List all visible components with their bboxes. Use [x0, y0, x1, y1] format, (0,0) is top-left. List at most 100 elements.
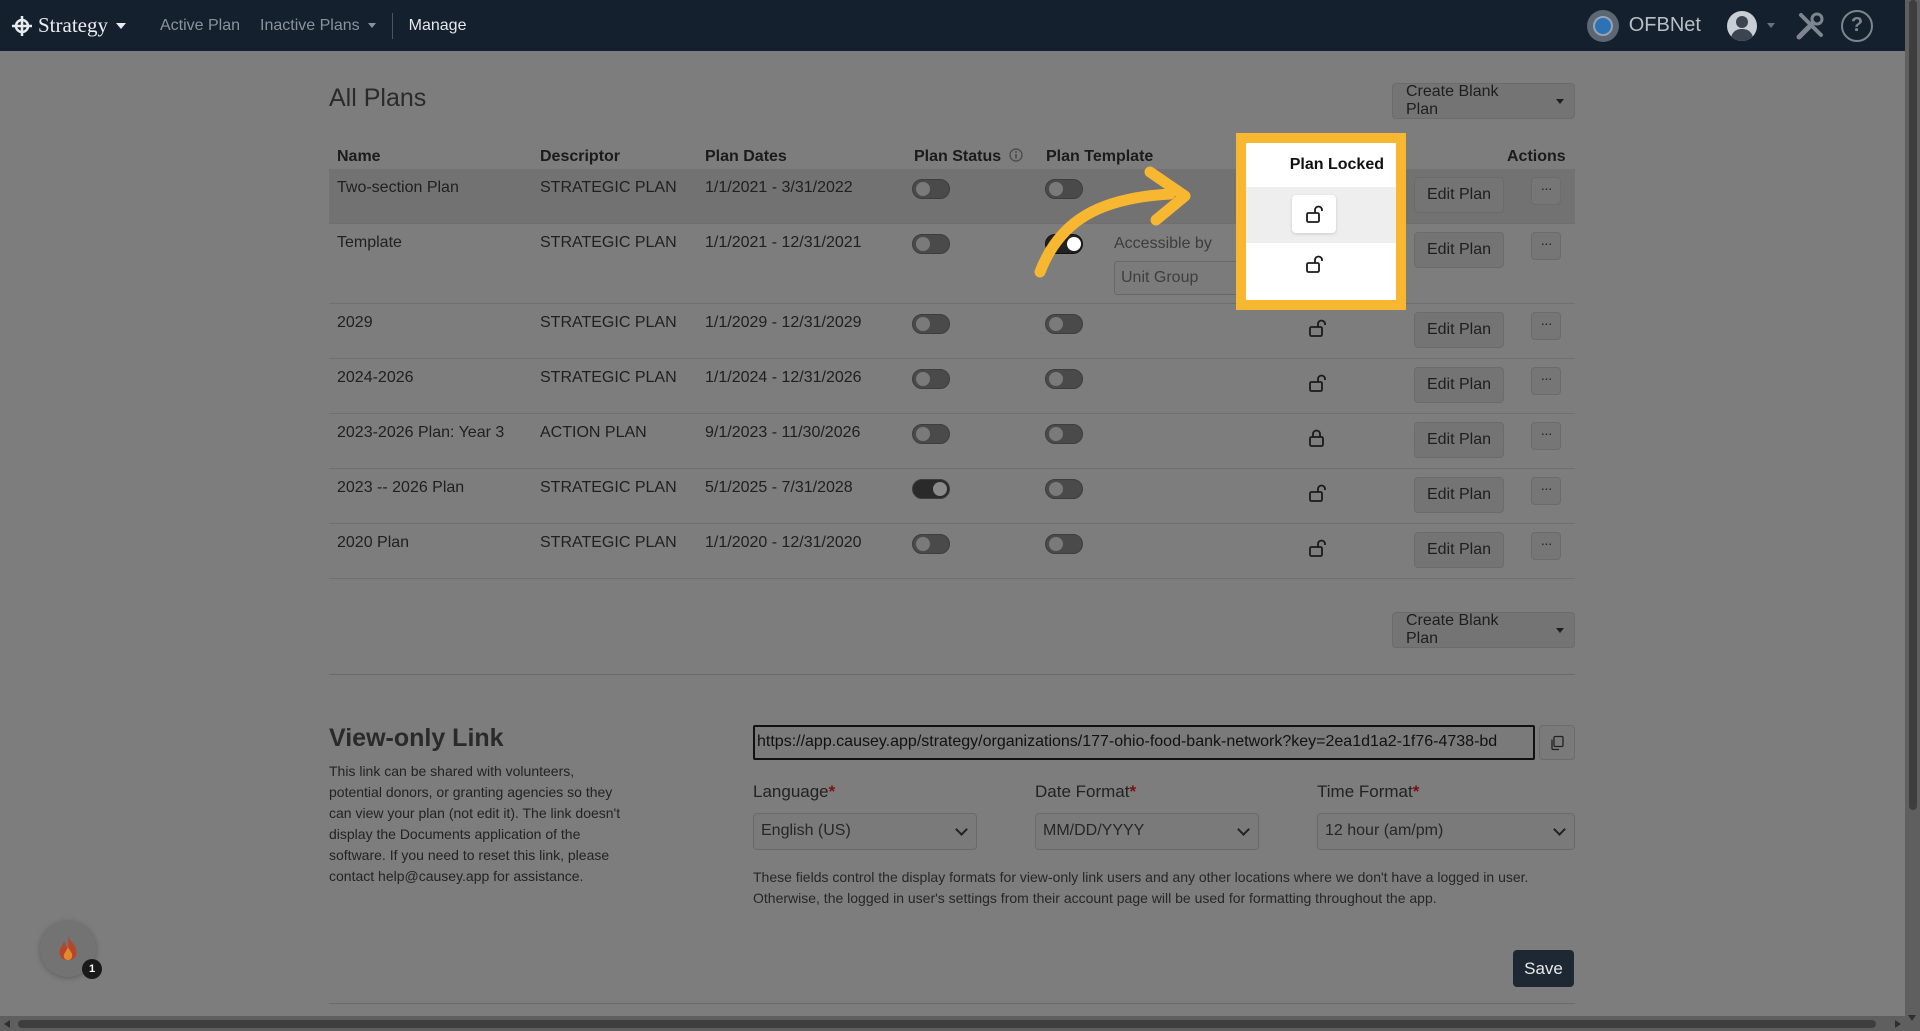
- create-blank-plan-button-bottom[interactable]: Create Blank Plan: [1392, 612, 1575, 648]
- org-name[interactable]: OFBNet: [1629, 14, 1701, 37]
- date-format-label: Date Format*: [1035, 782, 1136, 802]
- plan-name[interactable]: 2020 Plan: [337, 534, 409, 552]
- chevron-down-icon[interactable]: [1767, 23, 1775, 28]
- plan-descriptor: STRATEGIC PLAN: [540, 314, 677, 331]
- plan-template-toggle[interactable]: [1045, 479, 1083, 499]
- date-format-select[interactable]: MM/DD/YYYY: [1035, 813, 1259, 850]
- scroll-down-icon[interactable]: [1908, 1015, 1916, 1021]
- notifications-badge[interactable]: 1: [40, 921, 102, 979]
- save-button[interactable]: Save: [1513, 950, 1574, 987]
- plan-template-toggle[interactable]: [1045, 314, 1083, 334]
- nav-active-plan[interactable]: Active Plan: [160, 17, 240, 35]
- vertical-scrollbar[interactable]: [1905, 0, 1920, 1031]
- tools-icon[interactable]: [1793, 9, 1827, 43]
- plan-template-toggle[interactable]: [1045, 534, 1083, 554]
- time-format-select-value: 12 hour (am/pm): [1325, 822, 1444, 839]
- lock-icon[interactable]: [1307, 428, 1327, 448]
- plan-name[interactable]: 2023-2026 Plan: Year 3: [337, 424, 504, 442]
- date-format-select-value: MM/DD/YYYY: [1043, 822, 1145, 839]
- plan-status-toggle[interactable]: [912, 314, 950, 334]
- chevron-down-icon: [1556, 98, 1564, 104]
- edit-plan-button[interactable]: Edit Plan: [1414, 367, 1504, 403]
- required-mark: *: [1129, 782, 1137, 801]
- info-icon[interactable]: [1008, 148, 1023, 162]
- main-nav: Active Plan Inactive Plans Manage: [160, 12, 486, 39]
- org-logo[interactable]: [1586, 9, 1619, 42]
- edit-plan-button[interactable]: Edit Plan: [1414, 422, 1504, 458]
- horizontal-scroll-thumb[interactable]: [18, 1020, 1876, 1028]
- plan-descriptor: STRATEGIC PLAN: [540, 179, 677, 196]
- plan-name[interactable]: 2023 -- 2026 Plan: [337, 479, 464, 497]
- brand-name: Strategy: [38, 13, 108, 37]
- brand-menu[interactable]: Strategy: [12, 13, 126, 38]
- edit-plan-button[interactable]: Edit Plan: [1414, 532, 1504, 568]
- unlock-icon[interactable]: [1307, 538, 1327, 558]
- scroll-right-icon[interactable]: [1895, 1020, 1901, 1028]
- copy-link-button[interactable]: [1539, 725, 1575, 760]
- more-actions-button[interactable]: ···: [1531, 312, 1561, 340]
- unlock-icon[interactable]: [1304, 254, 1324, 274]
- plan-name[interactable]: 2024-2026: [337, 369, 414, 387]
- nav-inactive-plans[interactable]: Inactive Plans: [260, 17, 376, 35]
- edit-plan-button[interactable]: Edit Plan: [1414, 477, 1504, 513]
- top-navbar: Strategy Active Plan Inactive Plans Mana…: [0, 0, 1905, 51]
- more-actions-button[interactable]: ···: [1531, 177, 1561, 205]
- plan-locked-toggle[interactable]: [1292, 195, 1336, 233]
- nav-manage[interactable]: Manage: [409, 17, 467, 35]
- unlock-icon[interactable]: [1307, 373, 1327, 393]
- create-blank-plan-dropdown[interactable]: [1544, 613, 1574, 647]
- edit-plan-button[interactable]: Edit Plan: [1414, 312, 1504, 348]
- avatar[interactable]: [1727, 10, 1757, 41]
- plan-template-toggle[interactable]: [1045, 369, 1083, 389]
- plan-dates: 5/1/2025 - 7/31/2028: [705, 479, 853, 496]
- plan-status-toggle[interactable]: [912, 534, 950, 554]
- plan-name[interactable]: Two-section Plan: [337, 179, 459, 197]
- format-help-note: These fields control the display formats…: [753, 869, 1529, 906]
- plan-status-toggle[interactable]: [912, 369, 950, 389]
- chevron-down-icon: [1553, 823, 1566, 836]
- col-actions: Actions: [1507, 148, 1566, 165]
- language-select[interactable]: English (US): [753, 813, 977, 850]
- create-blank-plan-dropdown[interactable]: [1544, 84, 1574, 118]
- plan-dates: 9/1/2023 - 11/30/2026: [705, 424, 861, 441]
- more-actions-button[interactable]: ···: [1531, 422, 1561, 450]
- chevron-down-icon: [115, 22, 126, 29]
- view-only-link-input[interactable]: https://app.causey.app/strategy/organiza…: [753, 725, 1535, 760]
- language-label: Language*: [753, 782, 835, 802]
- vertical-scroll-thumb[interactable]: [1909, 0, 1917, 810]
- edit-plan-button[interactable]: Edit Plan: [1414, 232, 1504, 268]
- edit-plan-button[interactable]: Edit Plan: [1414, 177, 1504, 213]
- plan-dates: 1/1/2021 - 3/31/2022: [705, 179, 853, 196]
- plan-status-toggle[interactable]: [912, 234, 950, 254]
- more-actions-button[interactable]: ···: [1531, 367, 1561, 395]
- more-actions-button[interactable]: ···: [1531, 232, 1561, 260]
- date-format-label-text: Date Format: [1035, 782, 1130, 801]
- create-blank-plan-button[interactable]: Create Blank Plan: [1392, 83, 1575, 119]
- plan-status-toggle[interactable]: [912, 179, 950, 199]
- col-descriptor: Descriptor: [540, 148, 621, 165]
- flame-icon: [59, 936, 77, 961]
- plan-template-toggle[interactable]: [1045, 424, 1083, 444]
- view-only-link-title: View-only Link: [329, 724, 504, 752]
- horizontal-scrollbar[interactable]: [0, 1016, 1905, 1031]
- page-title: All Plans: [329, 84, 427, 112]
- help-icon[interactable]: ?: [1841, 9, 1873, 42]
- plan-descriptor: STRATEGIC PLAN: [540, 369, 677, 386]
- chevron-down-icon: [367, 22, 376, 28]
- plan-status-toggle[interactable]: [912, 479, 950, 499]
- plan-name[interactable]: Template: [337, 234, 402, 252]
- more-actions-button[interactable]: ···: [1531, 532, 1561, 560]
- strategy-logo-icon: [12, 15, 32, 36]
- more-actions-button[interactable]: ···: [1531, 477, 1561, 505]
- create-blank-plan-label: Create Blank Plan: [1406, 612, 1499, 647]
- unlock-icon[interactable]: [1307, 318, 1327, 338]
- annotation-arrow-icon: [1034, 166, 1191, 278]
- plan-status-toggle[interactable]: [912, 424, 950, 444]
- unlock-icon[interactable]: [1307, 483, 1327, 503]
- time-format-select[interactable]: 12 hour (am/pm): [1317, 813, 1575, 850]
- col-name: Name: [337, 148, 381, 165]
- plan-name[interactable]: 2029: [337, 314, 373, 332]
- time-format-label-text: Time Format: [1317, 782, 1413, 801]
- scroll-left-icon[interactable]: [4, 1020, 10, 1028]
- section-divider: [329, 1003, 1575, 1004]
